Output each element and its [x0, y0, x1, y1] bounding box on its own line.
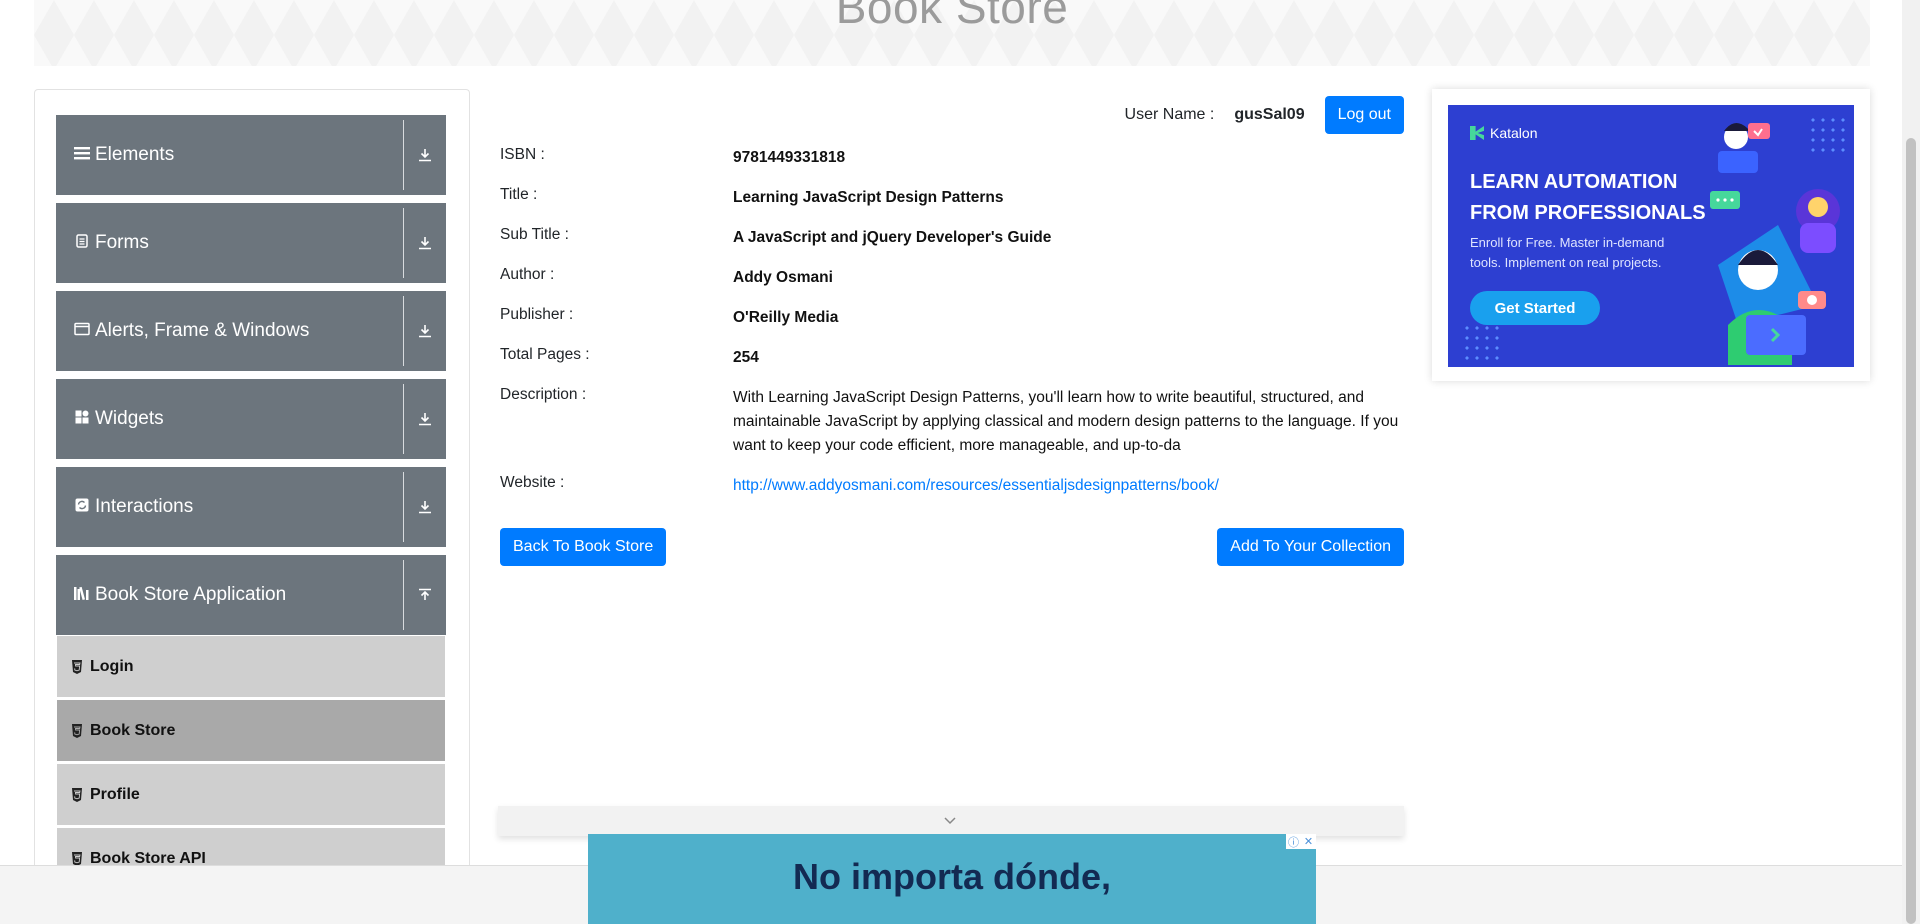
- widgets-icon: [73, 410, 91, 428]
- sidebar-ad[interactable]: Katalon LEARN AUTOMATION FROM PROFESSION…: [1432, 89, 1870, 381]
- interactions-icon: [73, 498, 91, 516]
- sidebar-item-login[interactable]: Login: [57, 635, 445, 697]
- download-icon[interactable]: [404, 291, 446, 371]
- add-to-collection-button[interactable]: Add To Your Collection: [1217, 528, 1404, 566]
- sidebar-group-label: Interactions: [95, 496, 194, 517]
- publisher-label: Publisher :: [500, 306, 574, 323]
- author-label: Author :: [500, 266, 555, 283]
- author-row: Author : Addy Osmani: [500, 266, 1404, 290]
- ad-subtext-line: tools. Implement on real projects.: [1470, 255, 1662, 270]
- ad-subtext: Enroll for Free. Master in-demand tools.…: [1470, 233, 1680, 273]
- title-row: Title : Learning JavaScript Design Patte…: [500, 186, 1404, 210]
- sidebar-group-label: Book Store Application: [95, 584, 287, 605]
- sidebar-item-label: Login: [90, 657, 134, 675]
- sidebar-group-book-store-application[interactable]: Book Store Application: [56, 555, 446, 635]
- html5-icon: [72, 659, 82, 674]
- pages-label: Total Pages :: [500, 346, 590, 363]
- sidebar-group-label: Elements: [95, 144, 175, 165]
- page-title: Book Store: [835, 0, 1069, 33]
- html5-icon: [72, 723, 82, 738]
- website-row: Website : http://www.addyosmani.com/reso…: [500, 474, 1404, 498]
- sidebar-group-label: Alerts, Frame & Windows: [95, 320, 310, 341]
- sidebar-group-elements[interactable]: Elements: [56, 115, 446, 195]
- sidebar-item-book-store-api[interactable]: Book Store API: [57, 827, 445, 869]
- katalon-logo: Katalon: [1470, 125, 1537, 141]
- katalon-ad[interactable]: Katalon LEARN AUTOMATION FROM PROFESSION…: [1448, 105, 1854, 367]
- close-icon[interactable]: ✕: [1301, 834, 1316, 849]
- ad-subtext-line: Enroll for Free. Master in-demand: [1470, 235, 1665, 250]
- info-icon[interactable]: ⓘ: [1286, 834, 1301, 849]
- bottom-ad-text: No importa dónde,: [793, 856, 1111, 897]
- isbn-label: ISBN :: [500, 146, 545, 163]
- user-info: User Name : gusSal09 Log out: [1125, 96, 1404, 134]
- website-link[interactable]: http://www.addyosmani.com/resources/esse…: [733, 477, 1219, 494]
- title-label: Title :: [500, 186, 538, 203]
- description-label: Description :: [500, 386, 587, 403]
- back-to-book-store-button[interactable]: Back To Book Store: [500, 528, 667, 566]
- logout-button[interactable]: Log out: [1324, 96, 1404, 134]
- scrollbar-thumb[interactable]: [1906, 138, 1916, 924]
- upload-icon[interactable]: [404, 555, 446, 635]
- ad-get-started-button[interactable]: Get Started: [1470, 291, 1600, 325]
- ad-brand: Katalon: [1490, 125, 1538, 141]
- publisher-value: O'Reilly Media: [733, 309, 839, 326]
- sidebar-item-profile[interactable]: Profile: [57, 763, 445, 825]
- bottom-ad[interactable]: No importa dónde, ⓘ ✕: [588, 834, 1316, 924]
- decorative-dots: [1462, 323, 1502, 363]
- publisher-row: Publisher : O'Reilly Media: [500, 306, 1404, 330]
- pages-value: 254: [733, 349, 759, 366]
- ad-illustration: [1710, 123, 1840, 365]
- ad-headline-line: LEARN AUTOMATION: [1470, 171, 1678, 193]
- chevron-down-icon[interactable]: [944, 816, 956, 828]
- sidebar-group-label: Forms: [95, 232, 149, 253]
- hamburger-icon: [73, 146, 91, 164]
- description-value: With Learning JavaScript Design Patterns…: [733, 389, 1399, 454]
- html5-icon: [72, 851, 82, 866]
- ad-headline: LEARN AUTOMATION FROM PROFESSIONALS: [1470, 167, 1706, 229]
- html5-icon: [72, 787, 82, 802]
- subtitle-label: Sub Title :: [500, 226, 569, 243]
- footer-strip: [498, 806, 1404, 836]
- subtitle-row: Sub Title : A JavaScript and jQuery Deve…: [500, 226, 1404, 250]
- window-icon: [73, 322, 91, 340]
- sidebar-group-widgets[interactable]: Widgets: [56, 379, 446, 459]
- sidebar-item-book-store[interactable]: Book Store: [57, 699, 445, 761]
- download-icon[interactable]: [404, 379, 446, 459]
- description-row: Description : With Learning JavaScript D…: [500, 386, 1404, 458]
- pages-row: Total Pages : 254: [500, 346, 1404, 370]
- books-icon: [73, 585, 91, 605]
- sidebar-group-interactions[interactable]: Interactions: [56, 467, 446, 547]
- sidebar-group-forms[interactable]: Forms: [56, 203, 446, 283]
- sidebar-item-label: Profile: [90, 785, 140, 803]
- download-icon[interactable]: [404, 115, 446, 195]
- download-icon[interactable]: [404, 467, 446, 547]
- katalon-k-icon: [1470, 126, 1484, 140]
- subtitle-value: A JavaScript and jQuery Developer's Guid…: [733, 229, 1052, 246]
- user-name-label: User Name :: [1124, 106, 1215, 123]
- author-value: Addy Osmani: [733, 269, 833, 286]
- document-icon: [73, 234, 91, 252]
- sidebar-group-label: Widgets: [95, 408, 164, 429]
- title-value: Learning JavaScript Design Patterns: [733, 189, 1004, 206]
- isbn-row: ISBN : 9781449331818: [500, 146, 1404, 170]
- download-icon[interactable]: [404, 203, 446, 283]
- page-scrollbar[interactable]: [1902, 0, 1920, 924]
- sidebar-group-alerts[interactable]: Alerts, Frame & Windows: [56, 291, 446, 371]
- ad-controls: ⓘ ✕: [1286, 834, 1316, 849]
- sidebar-item-label: Book Store: [90, 721, 176, 739]
- isbn-value: 9781449331818: [733, 149, 846, 166]
- ad-headline-line: FROM PROFESSIONALS: [1470, 202, 1706, 224]
- user-name-value: gusSal09: [1234, 106, 1305, 123]
- header-banner: Book Store: [34, 0, 1870, 66]
- website-label: Website :: [500, 474, 565, 491]
- sidebar: Elements Forms Alerts, Frame & Windows W…: [34, 89, 470, 869]
